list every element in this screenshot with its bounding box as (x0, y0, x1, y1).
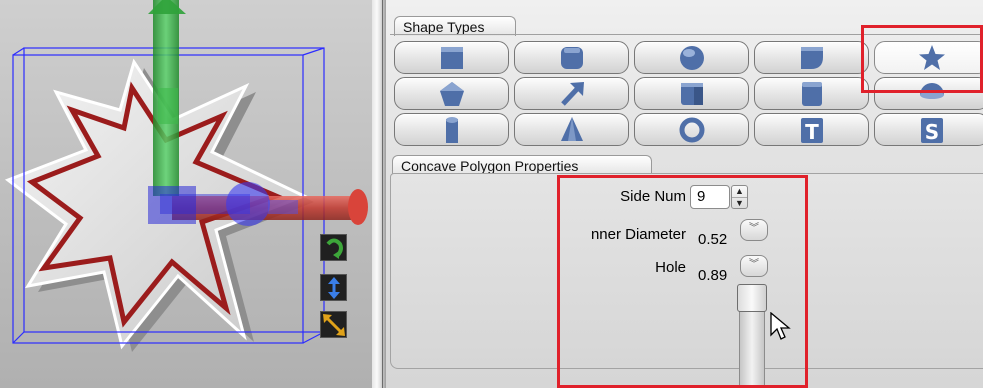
quarter-cylinder-shape-icon (800, 46, 823, 69)
concave-polygon-properties-title: Concave Polygon Properties (392, 155, 652, 175)
move-vertical-arrow-icon (327, 276, 340, 299)
rotate-arrow-icon (325, 238, 343, 259)
sphere-shape-button[interactable] (634, 41, 749, 74)
transform-gizmo[interactable] (148, 0, 368, 226)
bevel-box-shape-button[interactable] (754, 77, 869, 110)
torus-shape-icon (679, 117, 704, 142)
viewport-3d[interactable] (0, 0, 372, 388)
mouse-cursor-icon (770, 312, 791, 340)
rounded-cube-shape-button[interactable] (514, 41, 629, 74)
arrow-shape-icon (560, 81, 584, 106)
torus-shape-button[interactable] (634, 113, 749, 146)
rotate-mode-button[interactable] (320, 234, 347, 261)
cylinder-shape-icon (445, 116, 458, 143)
hole-field[interactable]: 0.89 (692, 257, 744, 284)
hole-slider-thumb[interactable] (737, 284, 767, 312)
text-s-shape-button[interactable]: S (874, 113, 983, 146)
text-t-shape-icon: T (800, 117, 823, 144)
inner-diameter-field[interactable]: 0.52 (692, 221, 744, 248)
chevron-double-down-icon: ︾ (749, 223, 759, 234)
arrow-shape-button[interactable] (514, 77, 629, 110)
cone-shape-button[interactable] (514, 113, 629, 146)
shape-types-group: T S (390, 34, 983, 151)
pentagon-shape-icon (439, 81, 464, 106)
side-num-label: Side Num (620, 188, 686, 205)
text-s-shape-icon: S (920, 117, 943, 144)
side-num-spinner[interactable]: ▲ ▼ (731, 185, 748, 209)
cube-shape-icon (440, 46, 463, 69)
move-mode-button[interactable] (320, 274, 347, 301)
inner-diameter-label: nner Diameter (590, 226, 686, 243)
panel-splitter[interactable] (372, 0, 386, 388)
star-shape-button[interactable] (874, 41, 983, 74)
cone-shape-icon (560, 116, 583, 141)
hemisphere-shape-button[interactable] (874, 77, 983, 110)
cylinder-shape-button[interactable] (394, 113, 509, 146)
side-num-field[interactable]: 9 (690, 185, 730, 209)
pentagon-shape-button[interactable] (394, 77, 509, 110)
chevron-double-down-icon: ︾ (749, 259, 759, 270)
hole-dropdown-button[interactable]: ︾ (740, 255, 768, 277)
scale-diagonal-arrow-icon (322, 313, 345, 336)
bevel-box-shape-icon (801, 81, 822, 106)
concave-polygon-properties-group (390, 173, 983, 369)
shape-types-title: Shape Types (394, 16, 516, 36)
quarter-cylinder-shape-button[interactable] (754, 41, 869, 74)
chamfer-box-shape-icon (680, 82, 703, 105)
sphere-shape-icon (679, 45, 704, 70)
text-t-shape-button[interactable]: T (754, 113, 869, 146)
chamfer-box-shape-button[interactable] (634, 77, 749, 110)
star-shape-icon (918, 44, 945, 70)
rounded-cube-shape-icon (560, 46, 583, 69)
scale-mode-button[interactable] (320, 311, 347, 338)
text-s-glyph: S (924, 120, 938, 144)
hole-label: Hole (655, 259, 686, 276)
spin-up-icon[interactable]: ▲ (732, 186, 747, 198)
properties-panel: Shape Types T S Concave Polygon Properti… (386, 0, 983, 388)
inner-diameter-dropdown-button[interactable]: ︾ (740, 219, 768, 241)
text-t-glyph: T (805, 120, 819, 144)
scene-canvas[interactable] (0, 0, 372, 388)
cube-shape-button[interactable] (394, 41, 509, 74)
hemisphere-shape-icon (919, 82, 944, 99)
spin-down-icon[interactable]: ▼ (732, 198, 747, 209)
